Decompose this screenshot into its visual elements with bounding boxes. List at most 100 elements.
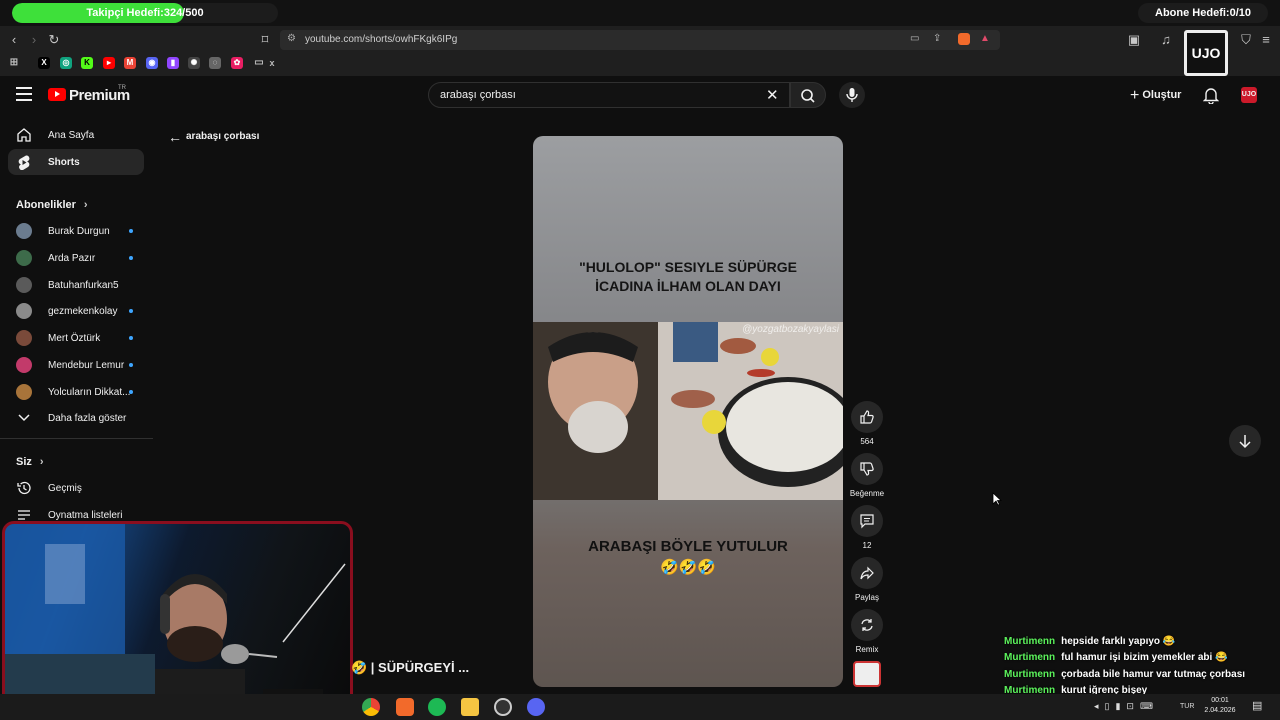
avatar: [16, 223, 32, 239]
media-icon[interactable]: ♫: [1156, 32, 1176, 48]
chrome-taskbar-icon[interactable]: [362, 698, 380, 716]
sidebar-item-label: Batuhanfurkan5: [48, 279, 119, 291]
menu-icon[interactable]: ≡: [1256, 32, 1276, 48]
brave-rewards-icon[interactable]: ▲: [980, 33, 990, 44]
sidebar-item-label: Geçmiş: [48, 482, 82, 494]
sidebar-item-history[interactable]: Geçmiş: [8, 475, 144, 501]
openai-bookmark-icon[interactable]: ✺: [188, 57, 200, 69]
webcam-feed-image: [5, 524, 346, 714]
gmail-bookmark-icon[interactable]: M: [124, 57, 136, 69]
sidebar-item-label: Mendebur Lemur: [48, 359, 125, 371]
discord-taskbar-icon[interactable]: [527, 698, 545, 716]
sidebar-item-label: Ana Sayfa: [48, 129, 95, 141]
hamburger-menu-icon[interactable]: [16, 87, 32, 101]
discord-bookmark-icon[interactable]: ◉: [146, 57, 158, 69]
bookmark-icon[interactable]: ⌑: [255, 32, 275, 48]
home-icon: [16, 127, 32, 143]
show-more-button[interactable]: Daha fazla göster: [8, 405, 144, 431]
chat-username: Murtimenn: [1004, 636, 1056, 647]
remix-button[interactable]: [851, 609, 883, 641]
apps-icon[interactable]: ⊞: [8, 57, 20, 69]
sidebar-item-subscription[interactable]: Arda Pazır: [8, 245, 144, 271]
avatar: [16, 250, 32, 266]
chevron-right-icon: ›: [83, 199, 88, 211]
region-code: TR: [118, 85, 126, 91]
thumbs-up-icon: [860, 410, 874, 424]
like-button[interactable]: [851, 401, 883, 433]
sidebar-item-subscription[interactable]: Mendebur Lemur: [8, 352, 144, 378]
cast-icon[interactable]: ▭: [910, 33, 919, 44]
sidebar-icon[interactable]: ▣: [1124, 32, 1144, 48]
bookmark-icon-10[interactable]: ✿: [231, 57, 243, 69]
short-video-player[interactable]: "HULOLOP" SESIYLE SÜPÜRGE İCADINA İLHAM …: [533, 136, 843, 687]
share-icon[interactable]: ⇪: [933, 33, 941, 44]
sidebar-item-subscription[interactable]: Yolcuların Dikkat...: [8, 379, 144, 405]
chatgpt-bookmark-icon[interactable]: ◎: [60, 57, 72, 69]
brave-taskbar-icon[interactable]: [396, 698, 414, 716]
create-button[interactable]: + Oluştur: [1130, 87, 1181, 105]
subscriber-goal-label: Abone Hedefi:0/10: [1138, 3, 1268, 23]
sidebar-item-label: gezmekenkolay: [48, 305, 118, 317]
clear-search-icon[interactable]: ✕: [766, 86, 779, 104]
youtube-logo-icon[interactable]: [48, 88, 66, 101]
sidebar-item-home[interactable]: Ana Sayfa: [8, 122, 144, 148]
account-avatar[interactable]: UJO: [1241, 87, 1257, 103]
taskbar-clock[interactable]: 00:01 2.04.2026: [1198, 696, 1242, 716]
subscriptions-heading[interactable]: Abonelikler ›: [16, 199, 88, 211]
create-label: Oluştur: [1142, 89, 1182, 101]
reload-icon[interactable]: ↻: [44, 32, 64, 48]
video-scene-image: [533, 322, 843, 500]
next-short-button[interactable]: [1229, 425, 1261, 457]
notification-center-icon[interactable]: ▤: [1252, 699, 1262, 712]
share-label: Paylaş: [854, 593, 879, 602]
back-icon[interactable]: ‹: [4, 32, 24, 48]
chat-message: Murtimenn çorbada bile hamur var tutmaç ç…: [1004, 669, 1245, 680]
chat-username: Murtimenn: [1004, 652, 1056, 664]
file-explorer-taskbar-icon[interactable]: [461, 698, 479, 716]
address-bar[interactable]: ⚙ youtube.com/shorts/owhFKgk6IPg ▭ ⇪ ▲: [280, 30, 1000, 50]
sidebar-item-subscription[interactable]: gezmekenkolay: [8, 298, 144, 324]
sidebar-item-subscription[interactable]: Mert Öztürk: [8, 325, 144, 351]
dislike-button[interactable]: [851, 453, 883, 485]
you-heading[interactable]: Siz ›: [16, 456, 44, 468]
follower-goal-label: Takipçi Hedefi:324/500: [86, 7, 204, 19]
short-top-caption: "HULOLOP" SESIYLE SÜPÜRGE İCADINA İLHAM …: [579, 259, 797, 294]
brave-shield-icon[interactable]: [958, 33, 970, 45]
bookmark-icon-9[interactable]: ◌: [209, 57, 221, 69]
follower-goal-bar: Takipçi Hedefi:324/500: [12, 3, 278, 23]
voice-search-button[interactable]: [839, 82, 865, 108]
search-input-value[interactable]: arabaşı çorbası: [440, 89, 516, 101]
forward-icon[interactable]: ›: [24, 32, 44, 48]
plus-icon: +: [1130, 87, 1140, 104]
stream-overlay-bar: Takipçi Hedefi:324/500 Abone Hedefi:0/10: [0, 0, 1280, 26]
youtube-bookmark-icon[interactable]: ▸: [103, 57, 115, 69]
sidebar-item-subscription[interactable]: Batuhanfurkan5: [8, 272, 144, 298]
dislike-label: Beğenme: [849, 489, 885, 498]
spotify-taskbar-icon[interactable]: [428, 698, 446, 716]
sidebar-item-shorts[interactable]: Shorts: [8, 149, 144, 175]
system-tray-icons[interactable]: ◂▯▮⊡⌨: [1094, 701, 1159, 712]
sidebar-item-label: Yolcuların Dikkat...: [48, 386, 131, 398]
notifications-bell-icon[interactable]: [1202, 86, 1220, 107]
sidebar-item-subscription[interactable]: Burak Durgun: [8, 218, 144, 244]
short-title-text[interactable]: 🤣 | SÜPÜRGEYİ ...: [351, 660, 469, 676]
bookmark-folder-label[interactable]: x: [266, 57, 278, 69]
back-arrow-icon[interactable]: ←: [168, 129, 182, 145]
kick-bookmark-icon[interactable]: K: [81, 57, 93, 69]
share-arrow-icon: [860, 566, 874, 580]
share-button[interactable]: [851, 557, 883, 589]
obs-taskbar-icon[interactable]: [494, 698, 512, 716]
input-language[interactable]: TUR: [1180, 703, 1194, 710]
twitch-bookmark-icon[interactable]: ▮: [167, 57, 179, 69]
x-bookmark-icon[interactable]: X: [38, 57, 50, 69]
chat-text: çorbada bile hamur var tutmaç çorbası: [1061, 668, 1246, 680]
site-info-icon[interactable]: ⚙: [287, 33, 296, 44]
vpn-icon[interactable]: ⛉: [1236, 32, 1256, 48]
shorts-search-query[interactable]: arabaşı çorbası: [186, 131, 259, 142]
chat-message: Murtimenn hepside farklı yapıyo 😂: [1004, 636, 1175, 647]
comments-button[interactable]: [851, 505, 883, 537]
channel-thumbnail[interactable]: [853, 661, 881, 687]
new-content-dot: [129, 363, 133, 367]
folder-bookmark-icon[interactable]: ▭: [253, 57, 265, 69]
search-button[interactable]: [790, 82, 826, 108]
